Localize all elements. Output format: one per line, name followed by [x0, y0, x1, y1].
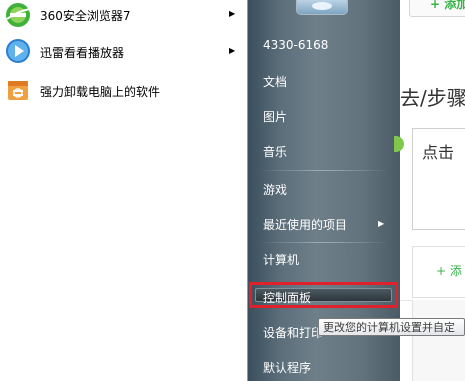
xunlei-player-icon [6, 39, 30, 63]
add-step-label: + 添 [436, 264, 462, 278]
programs-list: 360安全浏览器7 ▶ 迅雷看看播放器 ▶ 强力卸载电脑上的软件 [0, 0, 247, 381]
user-picture-icon[interactable] [296, 0, 348, 15]
360-browser-icon [6, 3, 31, 27]
menu-separator [259, 170, 389, 171]
menu-item-devices-printers[interactable]: 设备和打印 [263, 324, 323, 341]
menu-item-recent-items[interactable]: 最近使用的项目 [263, 216, 347, 233]
menu-item-computer[interactable]: 计算机 [263, 251, 299, 268]
program-label: 强力卸载电脑上的软件 [40, 85, 161, 99]
menu-item-documents[interactable]: 文档 [263, 73, 287, 90]
menu-separator [259, 242, 389, 243]
lower-panel [412, 300, 465, 381]
program-item-uninstall[interactable]: 强力卸载电脑上的软件 [0, 74, 247, 104]
submenu-arrow-icon: ▶ [229, 46, 236, 55]
submenu-arrow-icon: ▶ [378, 219, 385, 228]
menu-item-default-programs[interactable]: 默认程序 [263, 359, 311, 376]
menu-item-control-panel[interactable]: 控制面板 [263, 289, 311, 306]
program-item-360-browser[interactable]: 360安全浏览器7 ▶ [0, 0, 247, 30]
menu-item-games[interactable]: 游戏 [263, 181, 287, 198]
step-heading: 去/步骤 [400, 86, 465, 110]
program-label: 360安全浏览器7 [40, 9, 131, 23]
step-text: 点击 [422, 143, 455, 162]
add-button-label: + 添加 [430, 0, 465, 11]
submenu-arrow-icon: ▶ [229, 9, 236, 18]
program-item-xunlei-player[interactable]: 迅雷看看播放器 ▶ [0, 36, 247, 66]
menu-item-user[interactable]: 4330-6168 [263, 38, 328, 52]
control-panel-tooltip: 更改您的计算机设置并自定 [318, 318, 465, 336]
menu-item-music[interactable]: 音乐 [263, 143, 287, 160]
step-marker-icon [394, 136, 404, 152]
uninstall-software-icon [8, 81, 28, 100]
program-label: 迅雷看看播放器 [40, 46, 125, 60]
menu-item-pictures[interactable]: 图片 [263, 108, 287, 125]
